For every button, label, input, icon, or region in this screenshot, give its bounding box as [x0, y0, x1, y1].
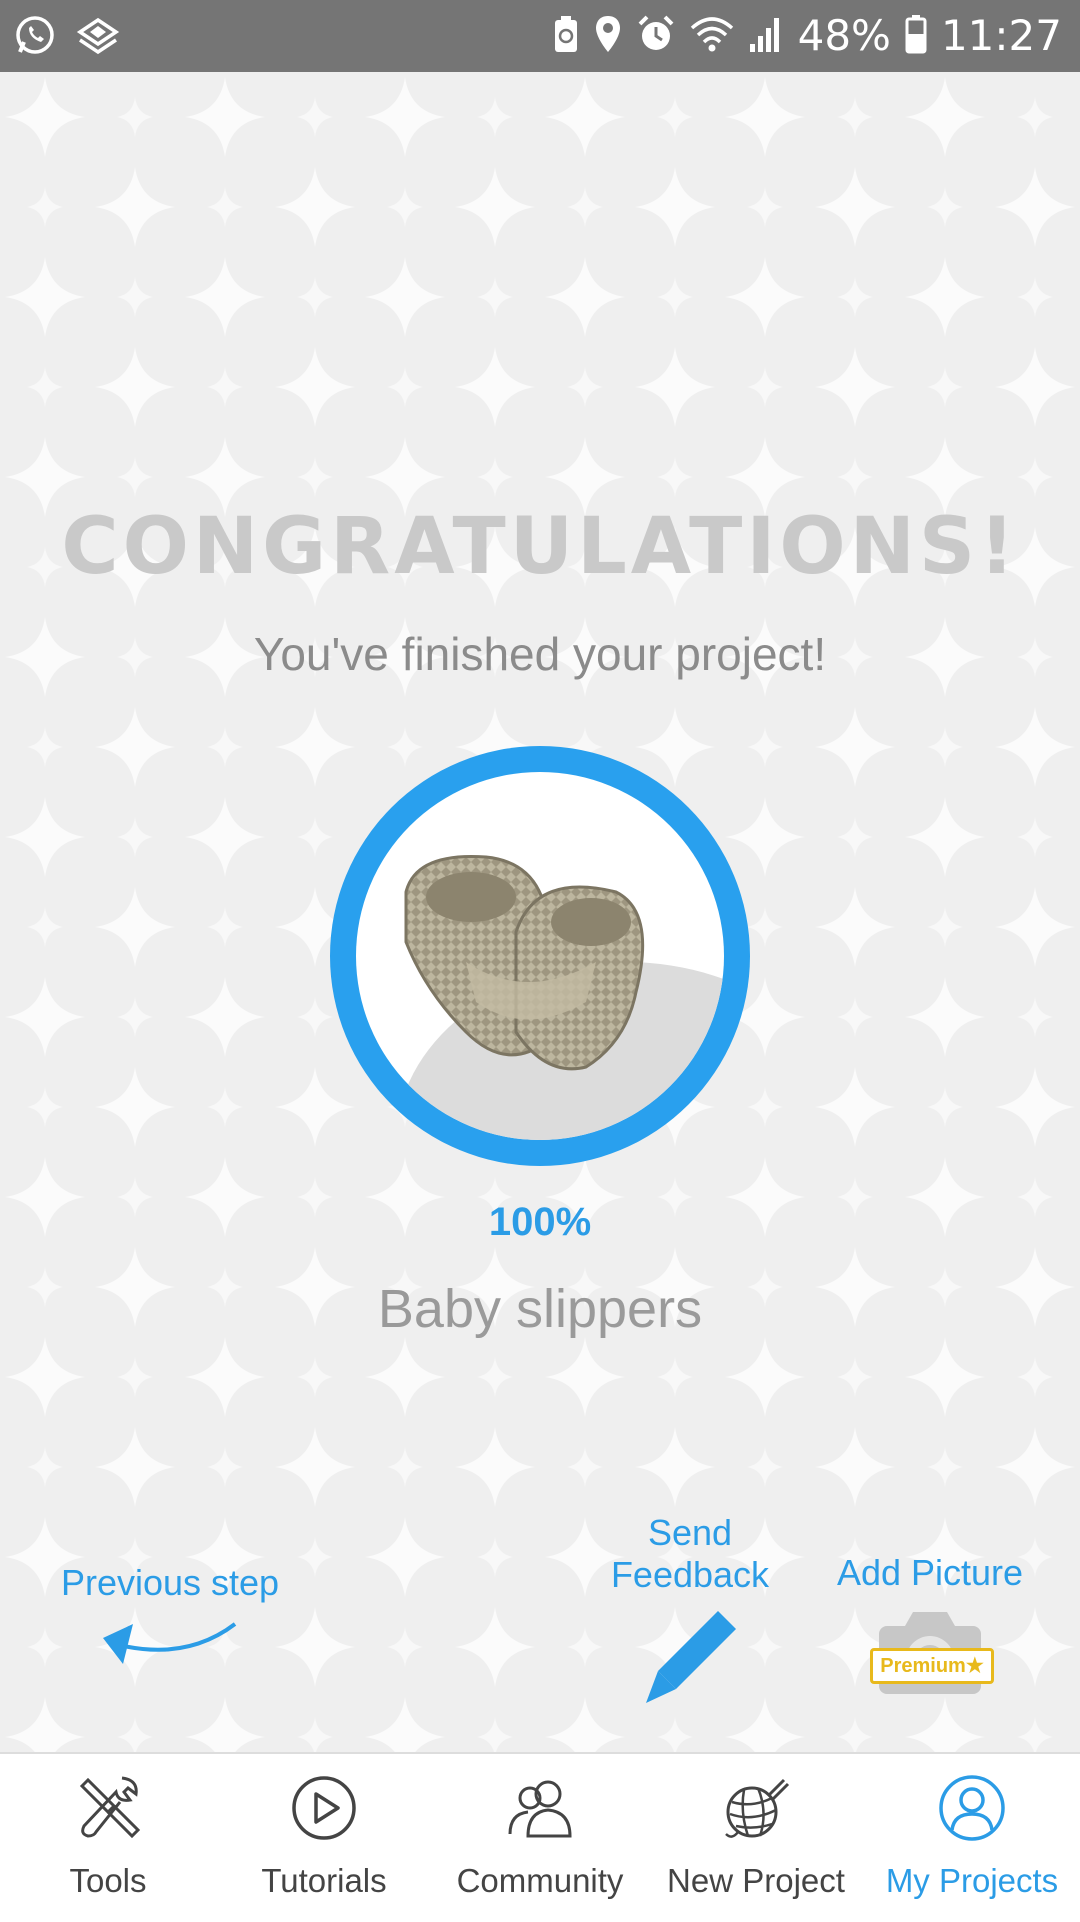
nav-community[interactable]: Community: [432, 1754, 648, 1922]
project-name: Baby slippers: [377, 1279, 703, 1339]
battery-icon: [905, 14, 927, 59]
profile-icon: [939, 1775, 1005, 1841]
progress-ring: [330, 746, 750, 1166]
nav-tools-label: Tools: [69, 1862, 147, 1899]
send-feedback-label-line1: Send: [647, 1512, 733, 1553]
whatsapp-icon: [14, 14, 56, 61]
pencil-icon: [646, 1611, 736, 1703]
completion-subtitle: You've finished your project!: [253, 628, 827, 680]
baby-slippers-photo: [404, 854, 645, 1071]
alarm-icon: [636, 14, 676, 59]
nav-community-label: Community: [456, 1862, 624, 1899]
wifi-icon: [690, 14, 734, 59]
play-icon: [292, 1776, 356, 1840]
nav-tutorials-label: Tutorials: [261, 1862, 387, 1899]
status-bar: 48% 11:27: [0, 0, 1080, 72]
stack-icon: [76, 14, 120, 61]
nav-my-projects[interactable]: My Projects: [864, 1754, 1080, 1922]
back-arrow-icon: [103, 1622, 237, 1664]
send-feedback-label-line2: Feedback: [610, 1554, 770, 1595]
premium-badge-label: Premium: [880, 1655, 966, 1677]
clock: 11:27: [940, 11, 1062, 60]
tools-icon: [79, 1776, 141, 1839]
congratulations-title: CONGRATULATIONS!: [61, 502, 1019, 592]
progress-percent: 100%: [488, 1200, 592, 1244]
signal-icon: [748, 14, 784, 59]
project-image[interactable]: [356, 772, 724, 1140]
add-picture-button[interactable]: Add Picture Premium★: [830, 1552, 1030, 1712]
battery-percent: 48%: [797, 11, 891, 60]
recycle-icon: [552, 14, 580, 59]
bottom-navigation: Tools Tutorials Community New Project My…: [0, 1752, 1080, 1922]
previous-step-button[interactable]: Previous step: [40, 1562, 300, 1682]
location-icon: [594, 14, 622, 59]
previous-step-label: Previous step: [60, 1562, 280, 1603]
community-icon: [508, 1780, 572, 1838]
nav-tutorials[interactable]: Tutorials: [216, 1754, 432, 1922]
nav-tools[interactable]: Tools: [0, 1754, 216, 1922]
premium-badge: Premium★: [870, 1648, 994, 1684]
star-icon: ★: [965, 1655, 984, 1677]
send-feedback-button[interactable]: Send Feedback: [590, 1512, 790, 1712]
nav-my-projects-label: My Projects: [885, 1862, 1059, 1899]
yarn-icon: [725, 1778, 790, 1838]
nav-new-project-label: New Project: [667, 1862, 845, 1899]
completion-screen: CONGRATULATIONS! You've finished your pr…: [0, 72, 1080, 1752]
nav-new-project[interactable]: New Project: [648, 1754, 864, 1922]
add-picture-label: Add Picture: [836, 1552, 1024, 1593]
